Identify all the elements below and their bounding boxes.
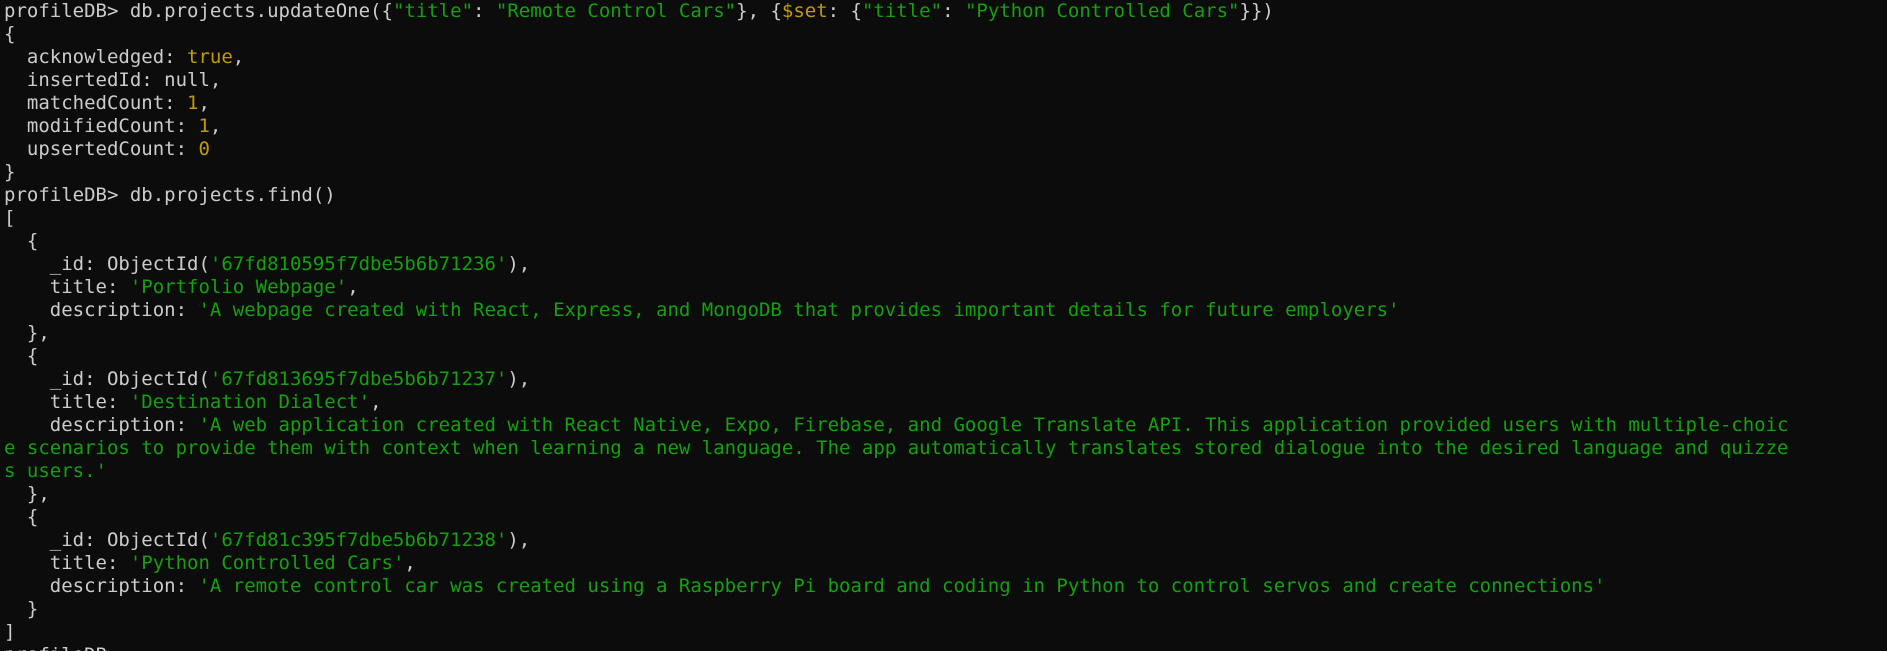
terminal-line: description: 'A webpage created with Rea… [4,299,1887,322]
terminal-text-segment: title: [4,276,130,298]
terminal-text-segment: _id: ObjectId( [4,529,210,551]
terminal-line: matchedCount: 1, [4,92,1887,115]
terminal-text-segment: 'A webpage created with React, Express, … [198,299,1400,321]
terminal-line: s users.' [4,460,1887,483]
terminal-text-segment: "Remote Control Cars" [495,0,737,22]
terminal-line: { [4,506,1887,529]
terminal-text-segment: } [4,598,39,620]
terminal-text-segment: insertedId: null, [4,69,222,91]
terminal-text-segment: 1 [198,115,210,137]
terminal-text-segment: $set [781,0,828,22]
terminal-text-segment: , [232,46,245,68]
terminal-text-segment: "Python Controlled Cars" [964,0,1240,22]
terminal-text-segment: profileDB> [4,644,118,651]
terminal-line: profileDB> db.projects.updateOne({"title… [4,0,1887,23]
terminal-text-segment: } [4,161,16,183]
terminal-text-segment: { [4,23,16,45]
terminal-text-segment: ), [507,253,531,275]
terminal-text-segment: _id: ObjectId( [4,253,210,275]
terminal-text-segment: 'Destination Dialect' [129,391,371,413]
terminal-text-segment: true [187,46,233,68]
terminal-text-segment: matchedCount: [4,92,188,114]
terminal-text-segment: , [347,276,359,298]
terminal-text-segment: description: [4,575,199,597]
terminal-line: [ [4,207,1887,230]
terminal-line: ] [4,621,1887,644]
terminal-line: } [4,161,1887,184]
terminal-text-segment: profileDB> db.projects.find() [4,184,336,206]
terminal-line: profileDB> db.projects.find() [4,184,1887,207]
terminal-text-segment: , [198,92,210,114]
terminal-line: } [4,598,1887,621]
terminal-line: description: 'A web application created … [4,414,1887,437]
terminal-line: profileDB> [4,644,1887,651]
terminal-text-segment: 'A remote control car was created using … [198,575,1606,597]
terminal-text-segment: : { [827,0,862,22]
terminal-line: }, [4,322,1887,345]
terminal-line: title: 'Portfolio Webpage', [4,276,1887,299]
terminal-text-segment: , [404,552,416,574]
terminal-line: _id: ObjectId('67fd813695f7dbe5b6b71237'… [4,368,1887,391]
terminal-line: }, [4,483,1887,506]
terminal-text-segment: ), [507,529,531,551]
terminal-text-segment: '67fd810595f7dbe5b6b71236' [209,253,508,275]
terminal-text-segment: ] [4,621,16,643]
terminal-line: title: 'Python Controlled Cars', [4,552,1887,575]
terminal-text-segment: title: [4,391,130,413]
terminal-text-segment: "title" [392,0,474,22]
terminal-text-segment: }}) [1239,0,1274,22]
terminal-text-segment: , [370,391,382,413]
terminal-text-segment: { [4,506,39,528]
terminal-line: { [4,345,1887,368]
terminal-text-segment: acknowledged: [4,46,188,68]
terminal-text-segment: '67fd81c395f7dbe5b6b71238' [209,529,508,551]
terminal-line: title: 'Destination Dialect', [4,391,1887,414]
terminal-text-segment: "title" [861,0,943,22]
terminal-line: _id: ObjectId('67fd81c395f7dbe5b6b71238'… [4,529,1887,552]
terminal-text-segment: }, { [736,0,782,22]
terminal-line: e scenarios to provide them with context… [4,437,1887,460]
terminal-text-segment: }, [4,483,50,505]
terminal-text-segment: description: [4,299,199,321]
terminal-text-segment: upsertedCount: [4,138,199,160]
terminal-line: modifiedCount: 1, [4,115,1887,138]
terminal-text-segment: _id: ObjectId( [4,368,210,390]
terminal-line: description: 'A remote control car was c… [4,575,1887,598]
terminal-text-segment: }, [4,322,50,344]
terminal-line: _id: ObjectId('67fd810595f7dbe5b6b71236'… [4,253,1887,276]
terminal-text-segment: : [942,0,965,22]
terminal-line: upsertedCount: 0 [4,138,1887,161]
terminal-text-segment: 0 [198,138,210,160]
terminal-text-segment: , [209,115,222,137]
terminal-text-segment: modifiedCount: [4,115,199,137]
terminal-text-segment: 1 [187,92,199,114]
terminal-text-segment: profileDB> db.projects.updateOne({ [4,0,393,22]
terminal-line: insertedId: null, [4,69,1887,92]
terminal-text-segment: 'Python Controlled Cars' [129,552,405,574]
terminal-line: { [4,230,1887,253]
terminal-line: acknowledged: true, [4,46,1887,69]
terminal-text-segment: description: [4,414,199,436]
terminal-text-segment: [ [4,207,16,229]
terminal-text-segment: : [473,0,496,22]
terminal-text-segment: title: [4,552,130,574]
terminal-text-segment: ), [507,368,531,390]
terminal-text-segment: { [4,345,39,367]
terminal-output[interactable]: profileDB> db.projects.updateOne({"title… [0,0,1887,651]
terminal-text-segment: 'Portfolio Webpage' [129,276,348,298]
terminal-text-segment: 'A web application created with React Na… [198,414,1789,436]
terminal-text-segment: s users.' [4,460,107,482]
terminal-text-segment: '67fd813695f7dbe5b6b71237' [209,368,508,390]
terminal-text-segment: { [4,230,39,252]
terminal-line: { [4,23,1887,46]
terminal-text-segment: e scenarios to provide them with context… [4,437,1789,459]
